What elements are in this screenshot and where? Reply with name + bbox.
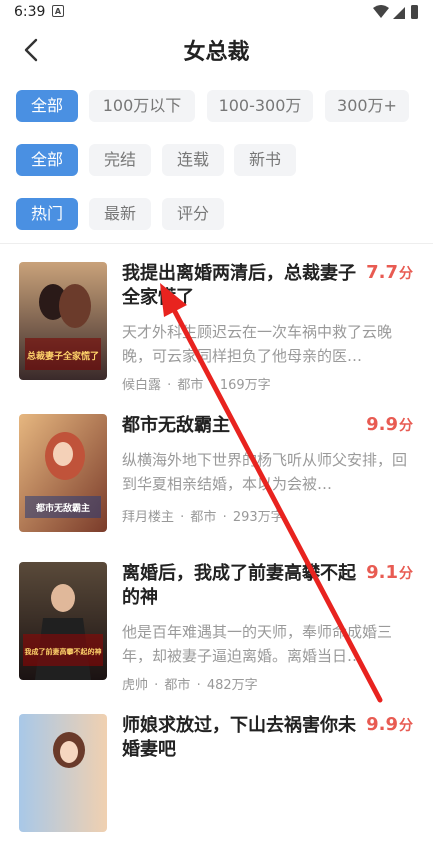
filter-sort-hot[interactable]: 热门: [16, 198, 78, 230]
status-icons: [373, 5, 418, 19]
cover-title-text: 总裁妻子全家慌了: [27, 350, 99, 362]
book-title[interactable]: 师娘求放过，下山去祸害你未婚妻吧: [122, 714, 362, 762]
status-bar: 6:39 A: [0, 0, 433, 26]
status-time: 6:39: [14, 4, 46, 20]
filter-sort-latest[interactable]: 最新: [89, 198, 151, 230]
book-cover[interactable]: 我成了前妻高攀不起的神: [19, 562, 107, 680]
book-item[interactable]: 都市无敌霸主 都市无敌霸主 9.9分 纵横海外地下世界的杨飞听从师父安排，回到华…: [0, 414, 433, 554]
book-description: 天才外科生顾迟云在一次车祸中救了云晚晚，可云家同样担负了他母亲的医…: [122, 323, 393, 365]
book-title[interactable]: 我提出离婚两清后，总裁妻子全家慌了: [122, 262, 362, 310]
book-score: 9.9分: [366, 714, 413, 735]
book-meta: 虎帅 · 都市 · 482万字: [122, 678, 258, 693]
book-cover[interactable]: 总裁妻子全家慌了: [19, 262, 107, 380]
book-author: 拜月楼主: [122, 510, 175, 525]
book-meta: 拜月楼主 · 都市 · 293万字: [122, 510, 284, 525]
wifi-icon: [373, 5, 389, 18]
book-author: 虎帅: [122, 678, 149, 693]
cover-title-text: 我成了前妻高攀不起的神: [25, 647, 102, 656]
filter-wordcount-1m-3m[interactable]: 100-300万: [207, 90, 313, 122]
book-category: 都市: [177, 378, 204, 393]
book-words: 169万字: [219, 378, 271, 393]
book-description: 他是百年难遇其一的天师，奉师命成婚三年，却被妻子逼迫离婚。离婚当日…: [122, 623, 393, 665]
book-score: 7.7分: [366, 262, 413, 283]
filter-status-all[interactable]: 全部: [16, 144, 78, 176]
book-description: 纵横海外地下世界的杨飞听从师父安排，回到华夏相亲结婚，本以为会被…: [122, 451, 408, 493]
book-meta: 候白露 · 都市 · 169万字: [122, 378, 271, 393]
filter-wordcount-over-3m[interactable]: 300万+: [325, 90, 409, 122]
book-category: 都市: [164, 678, 191, 693]
filter-sort-rating[interactable]: 评分: [162, 198, 224, 230]
book-score: 9.9分: [366, 414, 413, 435]
divider: [0, 243, 433, 244]
book-title[interactable]: 都市无敌霸主: [122, 414, 362, 438]
book-author: 候白露: [122, 378, 162, 393]
book-title[interactable]: 离婚后，我成了前妻高攀不起的神: [122, 562, 362, 610]
filter-row-wordcount: 全部 100万以下 100-300万 300万+: [16, 90, 416, 124]
battery-icon: [411, 5, 418, 19]
book-item[interactable]: 我成了前妻高攀不起的神 离婚后，我成了前妻高攀不起的神 9.1分 他是百年难遇其…: [0, 562, 433, 702]
book-words: 293万字: [232, 510, 284, 525]
book-cover[interactable]: [19, 714, 107, 832]
filter-row-status: 全部 完结 连载 新书: [16, 144, 416, 178]
book-category: 都市: [190, 510, 217, 525]
notification-icon: A: [52, 5, 64, 17]
filter-status-serial[interactable]: 连载: [162, 144, 224, 176]
filter-status-finished[interactable]: 完结: [89, 144, 151, 176]
filter-wordcount-all[interactable]: 全部: [16, 90, 78, 122]
book-item[interactable]: 总裁妻子全家慌了 我提出离婚两清后，总裁妻子全家慌了 7.7分 天才外科生顾迟云…: [0, 262, 433, 402]
page-title: 女总裁: [183, 40, 250, 65]
filter-wordcount-under-1m[interactable]: 100万以下: [89, 90, 195, 122]
book-score: 9.1分: [366, 562, 413, 583]
signal-icon: [393, 7, 405, 19]
book-words: 482万字: [206, 678, 258, 693]
book-cover[interactable]: 都市无敌霸主: [19, 414, 107, 532]
cover-title-text: 都市无敌霸主: [35, 502, 90, 514]
header: 女总裁: [0, 26, 433, 74]
book-item[interactable]: 师娘求放过，下山去祸害你未婚妻吧 9.9分: [0, 714, 433, 854]
filter-row-sort: 热门 最新 评分: [16, 198, 416, 232]
filter-status-new[interactable]: 新书: [234, 144, 296, 176]
